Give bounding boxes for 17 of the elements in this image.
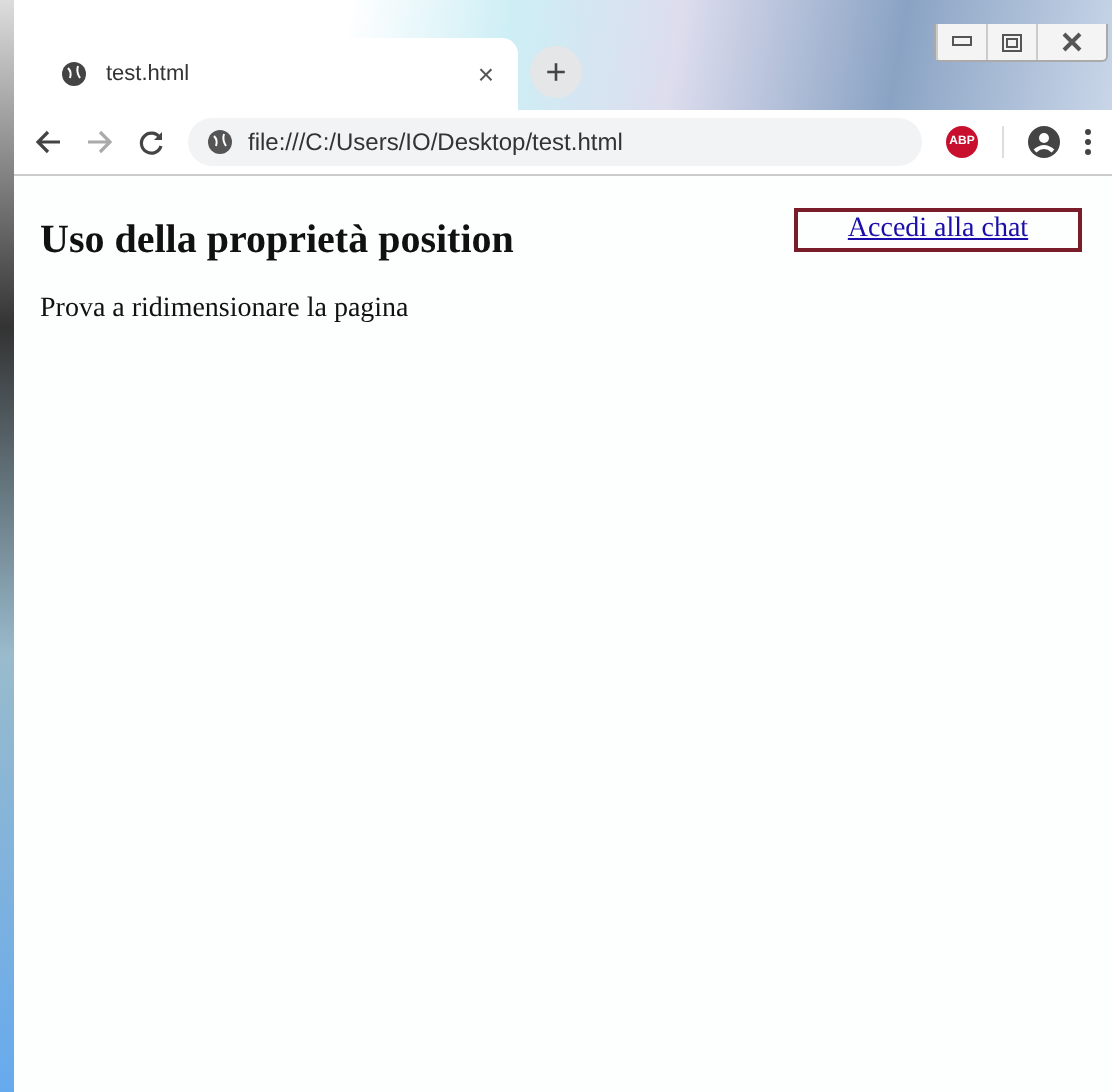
minimize-icon[interactable] bbox=[952, 36, 972, 48]
close-icon[interactable] bbox=[1062, 32, 1082, 52]
globe-icon bbox=[62, 62, 86, 86]
new-tab-button[interactable]: + bbox=[530, 46, 582, 98]
reload-icon[interactable] bbox=[138, 129, 164, 155]
url-text: file:///C:/Users/IO/Desktop/test.html bbox=[248, 128, 623, 156]
back-icon[interactable] bbox=[34, 130, 62, 154]
profile-icon[interactable] bbox=[1028, 126, 1060, 158]
page-paragraph: Prova a ridimensionare la pagina bbox=[40, 294, 411, 326]
address-bar[interactable]: file:///C:/Users/IO/Desktop/test.html bbox=[188, 118, 922, 166]
tab-close-button[interactable]: × bbox=[477, 58, 494, 90]
maximize-icon[interactable] bbox=[1002, 33, 1022, 51]
page-heading: Uso della proprietà position bbox=[40, 218, 514, 264]
menu-icon[interactable] bbox=[1084, 128, 1092, 156]
tab-title: test.html bbox=[106, 62, 192, 86]
chat-link[interactable]: Accedi alla chat bbox=[847, 214, 1029, 244]
globe-icon bbox=[208, 130, 232, 154]
